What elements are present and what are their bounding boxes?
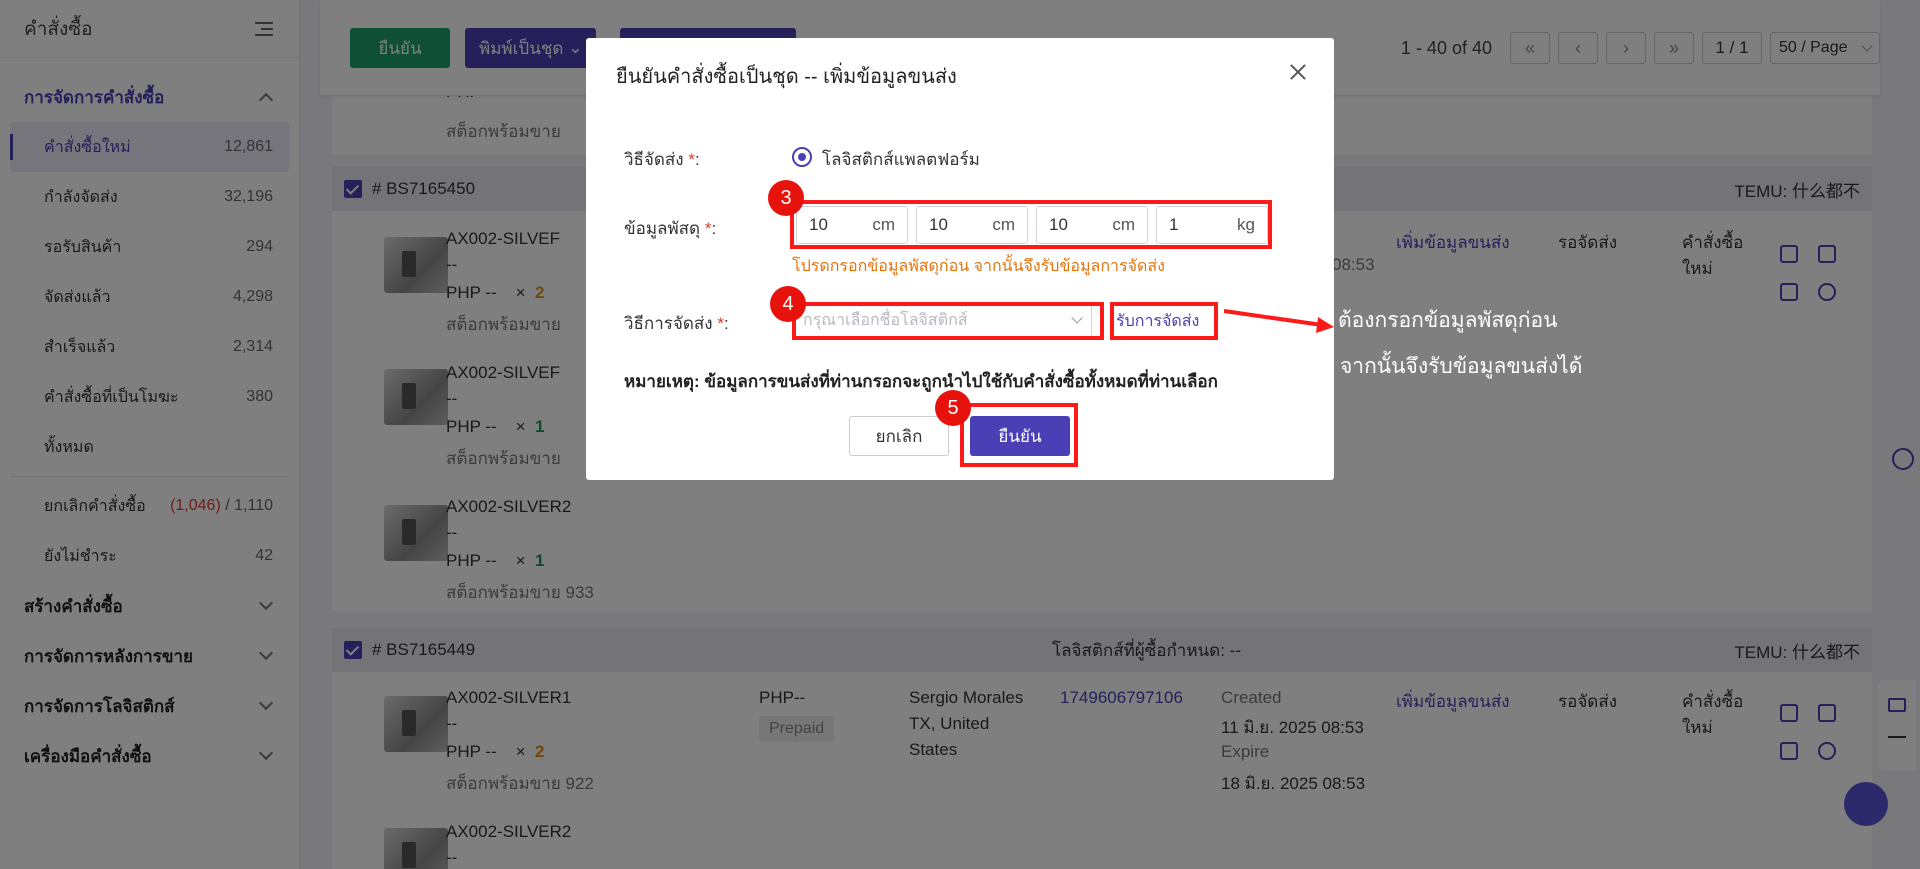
modal-note: หมายเหตุ: ข้อมูลการขนส่งที่ท่านกรอกจะถูก…: [624, 372, 1218, 391]
modal-title: ยืนยันคำสั่งซื้อเป็นชุด -- เพิ่มข้อมูลขน…: [616, 66, 957, 88]
ship-method-label: วิธีจัดส่ง *:: [624, 150, 700, 169]
delivery-label: วิธีการจัดส่ง *:: [624, 314, 729, 333]
parcel-label: ข้อมูลพัสดุ *:: [624, 219, 717, 238]
annotation-box-parcel: [790, 200, 1272, 249]
step-badge-4: 4: [770, 286, 806, 322]
annotation-box-get-delivery: [1110, 302, 1218, 340]
step-badge-3: 3: [768, 180, 804, 216]
annotation-box-logistics: [792, 302, 1104, 340]
cancel-button[interactable]: ยกเลิก: [849, 416, 949, 456]
ship-method-radio[interactable]: [792, 147, 812, 167]
close-icon[interactable]: [1288, 62, 1308, 82]
callout-line-1: ต้องกรอกข้อมูลพัสดุก่อน: [1338, 308, 1558, 332]
ship-method-option: โลจิสติกส์แพลตฟอร์ม: [822, 150, 980, 169]
step-badge-5: 5: [935, 390, 971, 426]
annotation-arrow: [1223, 309, 1334, 333]
parcel-hint: โปรดกรอกข้อมูลพัสดุก่อน จากนั้นจึงรับข้อ…: [792, 258, 1165, 275]
annotation-box-confirm: [960, 403, 1078, 467]
callout-line-2: จากนั้นจึงรับข้อมูลขนส่งได้: [1340, 354, 1583, 378]
